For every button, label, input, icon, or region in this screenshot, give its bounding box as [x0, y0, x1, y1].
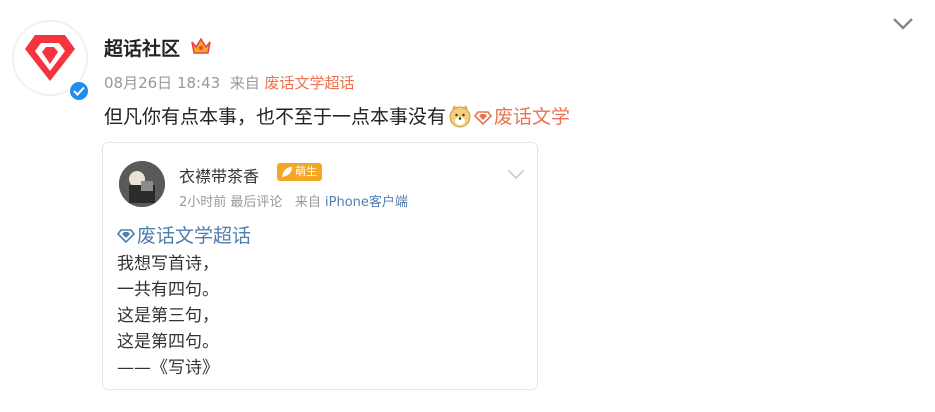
post-author-name[interactable]: 超话社区 — [104, 34, 180, 61]
card-text-line: 这是第四句。 — [117, 332, 219, 352]
card-text-line: ——《写诗》 — [117, 358, 219, 378]
post-time[interactable]: 08月26日 18:43 — [104, 74, 220, 92]
post-topic-link[interactable]: 废话文学 — [473, 106, 570, 130]
card-text-line: 我想写首诗， — [117, 254, 219, 274]
post-topic-label[interactable]: 废话文学 — [494, 106, 570, 128]
badge-leaf-icon — [281, 166, 293, 184]
card-time-ago[interactable]: 2小时前 — [179, 195, 226, 210]
embedded-post-card[interactable]: 衣襟带茶香 萌生 2小时前 最后评论 来自 iPhone客户端 废话文学超话 我… — [102, 142, 538, 390]
card-chevron-down-icon[interactable] — [507, 165, 525, 184]
card-device-link[interactable]: iPhone客户端 — [325, 195, 408, 210]
card-author-avatar[interactable] — [119, 161, 165, 207]
card-text-line: 一共有四句。 — [117, 280, 219, 300]
card-topic-label[interactable]: 废话文学超话 — [137, 225, 251, 247]
card-text-line: 这是第三句， — [117, 306, 219, 326]
card-topic-link[interactable]: 废话文学超话 — [116, 221, 251, 248]
card-meta: 2小时前 最后评论 来自 iPhone客户端 — [179, 191, 408, 210]
doge-emoji-icon — [448, 104, 472, 128]
chevron-down-icon[interactable] — [892, 16, 914, 35]
card-author-name[interactable]: 衣襟带茶香 — [179, 163, 259, 187]
super-topic-icon — [473, 108, 493, 130]
post-body: 但凡你有点本事，也不至于一点本事没有 — [104, 106, 447, 128]
card-from-prefix: 来自 — [294, 195, 321, 210]
post-from-prefix: 来自 — [229, 74, 260, 92]
post-source-link[interactable]: 废话文学超话 — [265, 74, 355, 92]
card-last-comment: 最后评论 — [230, 195, 283, 210]
badge-label: 萌生 — [295, 165, 317, 178]
crown-icon — [190, 36, 212, 60]
fan-level-badge: 萌生 — [277, 163, 322, 181]
post-meta: 08月26日 18:43 来自 废话文学超话 — [104, 72, 355, 93]
post-text: 但凡你有点本事，也不至于一点本事没有 废话文学 — [104, 102, 570, 130]
verified-check-icon — [68, 80, 90, 102]
super-topic-icon — [116, 226, 136, 248]
super-topic-logo-icon — [25, 35, 75, 81]
